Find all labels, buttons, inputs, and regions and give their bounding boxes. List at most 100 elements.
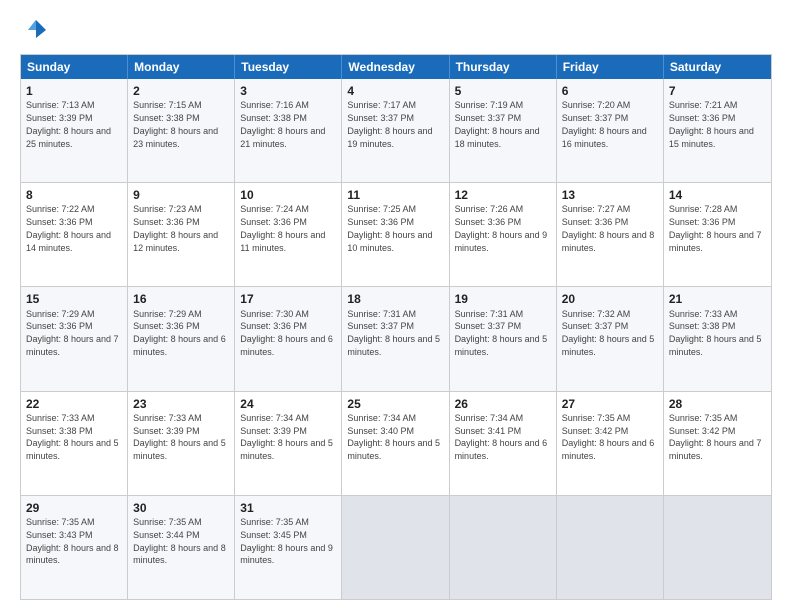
cell-info: Sunrise: 7:33 AMSunset: 3:38 PMDaylight:… [26, 413, 119, 461]
cell-info: Sunrise: 7:16 AMSunset: 3:38 PMDaylight:… [240, 100, 325, 148]
cell-info: Sunrise: 7:25 AMSunset: 3:36 PMDaylight:… [347, 204, 432, 252]
calendar-cell-empty [342, 496, 449, 599]
calendar-cell-20: 20 Sunrise: 7:32 AMSunset: 3:37 PMDayligh… [557, 287, 664, 390]
cell-info: Sunrise: 7:26 AMSunset: 3:36 PMDaylight:… [455, 204, 548, 252]
day-number: 23 [133, 396, 229, 412]
day-number: 6 [562, 83, 658, 99]
calendar-cell-31: 31Sunrise: 7:35 AMSunset: 3:45 PMDayligh… [235, 496, 342, 599]
weekday-header-monday: Monday [128, 55, 235, 79]
calendar-cell-1: 1Sunrise: 7:13 AMSunset: 3:39 PMDaylight… [21, 79, 128, 182]
calendar-cell-27: 27Sunrise: 7:35 AMSunset: 3:42 PMDayligh… [557, 392, 664, 495]
calendar-body: 1Sunrise: 7:13 AMSunset: 3:39 PMDaylight… [21, 79, 771, 599]
day-number: 22 [26, 396, 122, 412]
calendar-cell-12: 12Sunrise: 7:26 AMSunset: 3:36 PMDayligh… [450, 183, 557, 286]
calendar-row-4: 22Sunrise: 7:33 AMSunset: 3:38 PMDayligh… [21, 391, 771, 495]
day-number: 30 [133, 500, 229, 516]
weekday-header-tuesday: Tuesday [235, 55, 342, 79]
day-number: 17 [240, 291, 336, 307]
day-number: 18 [347, 291, 443, 307]
calendar-cell-6: 6Sunrise: 7:20 AMSunset: 3:37 PMDaylight… [557, 79, 664, 182]
day-number: 8 [26, 187, 122, 203]
weekday-header-sunday: Sunday [21, 55, 128, 79]
calendar-row-3: 15Sunrise: 7:29 AMSunset: 3:36 PMDayligh… [21, 286, 771, 390]
cell-info: Sunrise: 7:34 AMSunset: 3:40 PMDaylight:… [347, 413, 440, 461]
calendar-cell-19: 19 Sunrise: 7:31 AMSunset: 3:37 PMDayligh… [450, 287, 557, 390]
cell-info: Sunrise: 7:31 AMSunset: 3:37 PMDaylight:… [347, 309, 440, 357]
cell-info: Sunrise: 7:34 AMSunset: 3:39 PMDaylight:… [240, 413, 333, 461]
calendar-cell-23: 23Sunrise: 7:33 AMSunset: 3:39 PMDayligh… [128, 392, 235, 495]
calendar-cell-22: 22Sunrise: 7:33 AMSunset: 3:38 PMDayligh… [21, 392, 128, 495]
calendar-header: SundayMondayTuesdayWednesdayThursdayFrid… [21, 55, 771, 79]
day-number: 7 [669, 83, 766, 99]
calendar-cell-15: 15Sunrise: 7:29 AMSunset: 3:36 PMDayligh… [21, 287, 128, 390]
day-number: 14 [669, 187, 766, 203]
calendar-cell-13: 13Sunrise: 7:27 AMSunset: 3:36 PMDayligh… [557, 183, 664, 286]
logo-icon [22, 16, 50, 44]
weekday-header-saturday: Saturday [664, 55, 771, 79]
calendar-cell-17: 17 Sunrise: 7:30 AMSunset: 3:36 PMDayligh… [235, 287, 342, 390]
cell-info: Sunrise: 7:33 AMSunset: 3:39 PMDaylight:… [133, 413, 226, 461]
day-number: 27 [562, 396, 658, 412]
day-number: 20 [562, 291, 658, 307]
calendar-cell-29: 29Sunrise: 7:35 AMSunset: 3:43 PMDayligh… [21, 496, 128, 599]
calendar-cell-empty [664, 496, 771, 599]
calendar-cell-25: 25Sunrise: 7:34 AMSunset: 3:40 PMDayligh… [342, 392, 449, 495]
calendar-cell-26: 26Sunrise: 7:34 AMSunset: 3:41 PMDayligh… [450, 392, 557, 495]
cell-info: Sunrise: 7:13 AMSunset: 3:39 PMDaylight:… [26, 100, 111, 148]
day-number: 16 [133, 291, 229, 307]
day-number: 3 [240, 83, 336, 99]
cell-info: Sunrise: 7:15 AMSunset: 3:38 PMDaylight:… [133, 100, 218, 148]
calendar-cell-11: 11Sunrise: 7:25 AMSunset: 3:36 PMDayligh… [342, 183, 449, 286]
cell-info: Sunrise: 7:24 AMSunset: 3:36 PMDaylight:… [240, 204, 325, 252]
cell-info: Sunrise: 7:20 AMSunset: 3:37 PMDaylight:… [562, 100, 647, 148]
day-number: 1 [26, 83, 122, 99]
calendar-cell-3: 3Sunrise: 7:16 AMSunset: 3:38 PMDaylight… [235, 79, 342, 182]
cell-info: Sunrise: 7:35 AMSunset: 3:44 PMDaylight:… [133, 517, 226, 565]
cell-info: Sunrise: 7:31 AMSunset: 3:37 PMDaylight:… [455, 309, 548, 357]
day-number: 2 [133, 83, 229, 99]
cell-info: Sunrise: 7:34 AMSunset: 3:41 PMDaylight:… [455, 413, 548, 461]
calendar-cell-2: 2Sunrise: 7:15 AMSunset: 3:38 PMDaylight… [128, 79, 235, 182]
calendar-cell-10: 10Sunrise: 7:24 AMSunset: 3:36 PMDayligh… [235, 183, 342, 286]
calendar-cell-21: 21 Sunrise: 7:33 AMSunset: 3:38 PMDayligh… [664, 287, 771, 390]
calendar-row-5: 29Sunrise: 7:35 AMSunset: 3:43 PMDayligh… [21, 495, 771, 599]
day-number: 25 [347, 396, 443, 412]
logo [20, 16, 50, 44]
day-number: 19 [455, 291, 551, 307]
day-number: 5 [455, 83, 551, 99]
cell-info: Sunrise: 7:35 AMSunset: 3:43 PMDaylight:… [26, 517, 119, 565]
day-number: 11 [347, 187, 443, 203]
day-number: 21 [669, 291, 766, 307]
calendar-cell-28: 28Sunrise: 7:35 AMSunset: 3:42 PMDayligh… [664, 392, 771, 495]
cell-info: Sunrise: 7:32 AMSunset: 3:37 PMDaylight:… [562, 309, 655, 357]
day-number: 9 [133, 187, 229, 203]
calendar-cell-empty [450, 496, 557, 599]
cell-info: Sunrise: 7:19 AMSunset: 3:37 PMDaylight:… [455, 100, 540, 148]
cell-info: Sunrise: 7:30 AMSunset: 3:36 PMDaylight:… [240, 309, 333, 357]
page: SundayMondayTuesdayWednesdayThursdayFrid… [0, 0, 792, 612]
weekday-header-friday: Friday [557, 55, 664, 79]
calendar-cell-14: 14Sunrise: 7:28 AMSunset: 3:36 PMDayligh… [664, 183, 771, 286]
calendar-cell-8: 8Sunrise: 7:22 AMSunset: 3:36 PMDaylight… [21, 183, 128, 286]
day-number: 26 [455, 396, 551, 412]
cell-info: Sunrise: 7:17 AMSunset: 3:37 PMDaylight:… [347, 100, 432, 148]
day-number: 10 [240, 187, 336, 203]
calendar-cell-30: 30Sunrise: 7:35 AMSunset: 3:44 PMDayligh… [128, 496, 235, 599]
cell-info: Sunrise: 7:33 AMSunset: 3:38 PMDaylight:… [669, 309, 762, 357]
calendar-cell-7: 7Sunrise: 7:21 AMSunset: 3:36 PMDaylight… [664, 79, 771, 182]
cell-info: Sunrise: 7:23 AMSunset: 3:36 PMDaylight:… [133, 204, 218, 252]
calendar-cell-18: 18 Sunrise: 7:31 AMSunset: 3:37 PMDayligh… [342, 287, 449, 390]
weekday-header-thursday: Thursday [450, 55, 557, 79]
cell-info: Sunrise: 7:22 AMSunset: 3:36 PMDaylight:… [26, 204, 111, 252]
cell-info: Sunrise: 7:28 AMSunset: 3:36 PMDaylight:… [669, 204, 762, 252]
cell-info: Sunrise: 7:27 AMSunset: 3:36 PMDaylight:… [562, 204, 655, 252]
calendar-cell-4: 4Sunrise: 7:17 AMSunset: 3:37 PMDaylight… [342, 79, 449, 182]
calendar-row-2: 8Sunrise: 7:22 AMSunset: 3:36 PMDaylight… [21, 182, 771, 286]
day-number: 31 [240, 500, 336, 516]
cell-info: Sunrise: 7:35 AMSunset: 3:42 PMDaylight:… [669, 413, 762, 461]
cell-info: Sunrise: 7:21 AMSunset: 3:36 PMDaylight:… [669, 100, 754, 148]
calendar-cell-16: 16Sunrise: 7:29 AMSunset: 3:36 PMDayligh… [128, 287, 235, 390]
header [20, 16, 772, 44]
cell-info: Sunrise: 7:29 AMSunset: 3:36 PMDaylight:… [26, 309, 119, 357]
calendar-cell-24: 24Sunrise: 7:34 AMSunset: 3:39 PMDayligh… [235, 392, 342, 495]
